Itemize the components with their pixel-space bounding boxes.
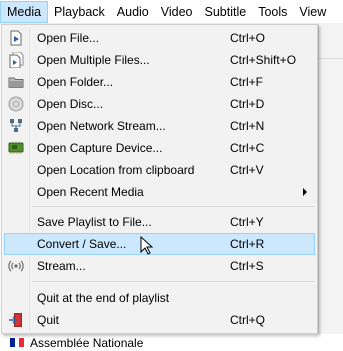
menu-item-label: Open Multiple Files... bbox=[37, 53, 150, 67]
menu-item-open-network-stream[interactable]: Open Network Stream... Ctrl+N bbox=[4, 115, 315, 137]
menu-item-save-playlist[interactable]: Save Playlist to File... Ctrl+Y bbox=[4, 211, 315, 233]
menu-item-label: Quit at the end of playlist bbox=[37, 291, 170, 305]
menu-item-label: Convert / Save... bbox=[37, 237, 127, 251]
menu-item-label: Open Disc... bbox=[37, 97, 104, 111]
menu-item-label: Open File... bbox=[37, 31, 100, 45]
menu-audio[interactable]: Audio bbox=[111, 1, 155, 23]
media-menu-dropdown: Open File... Ctrl+O Open Multiple Files.… bbox=[1, 24, 318, 334]
menu-item-quit[interactable]: Quit Ctrl+Q bbox=[4, 309, 315, 331]
menu-tools[interactable]: Tools bbox=[252, 1, 293, 23]
playlist-item-label: Assemblée Nationale bbox=[30, 335, 144, 350]
network-icon bbox=[10, 119, 22, 132]
submenu-arrow-icon bbox=[303, 188, 307, 196]
menu-item-label: Save Playlist to File... bbox=[37, 215, 152, 229]
menu-item-stream[interactable]: Stream... Ctrl+S bbox=[4, 255, 315, 277]
menu-item-open-capture-device[interactable]: Open Capture Device... Ctrl+C bbox=[4, 137, 315, 159]
menu-item-shortcut: Ctrl+C bbox=[230, 141, 265, 155]
capture-card-icon bbox=[8, 142, 24, 154]
disc-icon bbox=[8, 96, 24, 112]
menu-video[interactable]: Video bbox=[155, 1, 199, 23]
quit-icon bbox=[9, 313, 22, 327]
menu-item-open-folder[interactable]: Open Folder... Ctrl+F bbox=[4, 71, 315, 93]
menu-item-label: Stream... bbox=[37, 259, 86, 273]
menu-item-open-file[interactable]: Open File... Ctrl+O bbox=[4, 27, 315, 49]
background-divider bbox=[319, 58, 343, 59]
menu-item-shortcut: Ctrl+Q bbox=[230, 313, 266, 327]
menu-item-shortcut: Ctrl+R bbox=[230, 237, 265, 251]
menu-item-open-recent-media[interactable]: Open Recent Media bbox=[4, 181, 315, 203]
menu-item-shortcut: Ctrl+N bbox=[230, 119, 265, 133]
menu-item-shortcut: Ctrl+S bbox=[230, 259, 264, 273]
menu-item-label: Open Recent Media bbox=[37, 185, 144, 199]
menu-item-shortcut: Ctrl+V bbox=[230, 163, 264, 177]
menu-item-label: Open Capture Device... bbox=[37, 141, 163, 155]
stream-icon bbox=[8, 260, 24, 272]
files-play-icon bbox=[9, 52, 24, 68]
menu-separator bbox=[32, 281, 314, 282]
menu-item-shortcut: Ctrl+O bbox=[230, 31, 266, 45]
menu-media[interactable]: Media bbox=[0, 0, 49, 23]
france-flag-icon bbox=[10, 338, 25, 347]
menu-item-shortcut: Ctrl+D bbox=[230, 97, 265, 111]
menu-item-quit-at-end-of-playlist[interactable]: Quit at the end of playlist bbox=[4, 287, 315, 309]
file-play-icon bbox=[10, 30, 22, 46]
background-panel bbox=[318, 24, 343, 334]
menu-view[interactable]: View bbox=[293, 1, 332, 23]
menu-item-open-location-from-clipboard[interactable]: Open Location from clipboard Ctrl+V bbox=[4, 159, 315, 181]
menu-item-shortcut: Ctrl+F bbox=[230, 75, 263, 89]
menu-item-open-multiple-files[interactable]: Open Multiple Files... Ctrl+Shift+O bbox=[4, 49, 315, 71]
menu-separator bbox=[32, 206, 314, 207]
menu-item-shortcut: Ctrl+Shift+O bbox=[230, 53, 297, 67]
menu-item-label: Quit bbox=[37, 313, 60, 327]
playlist-item[interactable]: Assemblée Nationale bbox=[0, 334, 343, 351]
menu-subtitle[interactable]: Subtitle bbox=[199, 1, 253, 23]
menu-item-open-disc[interactable]: Open Disc... Ctrl+D bbox=[4, 93, 315, 115]
mouse-pointer-icon bbox=[140, 236, 154, 255]
menu-item-shortcut: Ctrl+Y bbox=[230, 215, 264, 229]
folder-icon bbox=[8, 77, 24, 88]
menu-item-label: Open Folder... bbox=[37, 75, 114, 89]
menu-item-label: Open Location from clipboard bbox=[37, 163, 195, 177]
menu-item-label: Open Network Stream... bbox=[37, 119, 166, 133]
menu-item-convert-save[interactable]: Convert / Save... Ctrl+R bbox=[4, 233, 315, 255]
menu-bar: Media Playback Audio Video Subtitle Tool… bbox=[0, 0, 343, 24]
menu-playback[interactable]: Playback bbox=[48, 1, 111, 23]
